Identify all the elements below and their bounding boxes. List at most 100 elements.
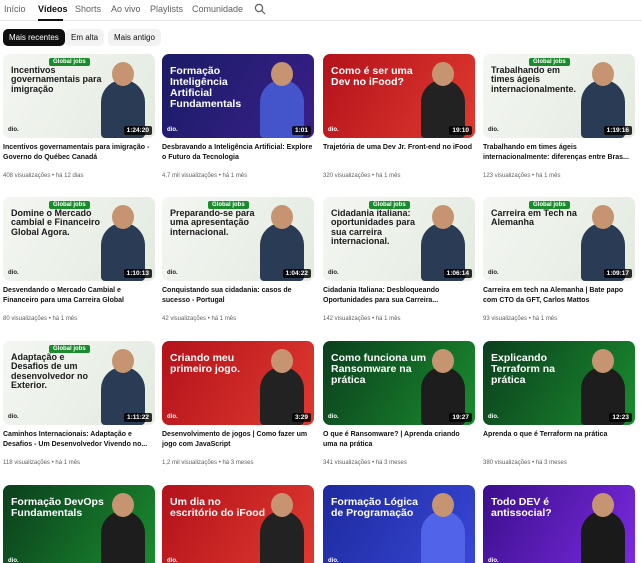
channel-logo: dio. xyxy=(328,270,339,276)
video-title[interactable]: Desenvolvimento de jogos | Como fazer um… xyxy=(162,430,314,458)
thumbnail-text: Formação DevOps Fundamentals xyxy=(11,496,104,520)
video-meta: 123 visualizações • há 1 mês xyxy=(483,173,561,179)
video-card[interactable]: Global jobs Incentivos governamentais pa… xyxy=(3,54,155,179)
thumbnail-text: Incentivos governamentais para imigração xyxy=(11,65,102,94)
view-count: 380 visualizações xyxy=(483,460,531,466)
video-title[interactable]: Incentivos governamentais para imigração… xyxy=(3,143,155,171)
thumbnail-text: Como funciona um Ransomware na prática xyxy=(331,352,427,387)
view-count: 93 visualizações xyxy=(483,316,528,322)
video-meta: 142 visualizações • há 1 mês xyxy=(323,316,401,322)
video-thumbnail[interactable]: Global jobs Cidadania italiana: oportuni… xyxy=(323,197,475,281)
video-card[interactable]: Global jobs Cidadania italiana: oportuni… xyxy=(323,197,475,322)
video-thumbnail[interactable]: Global jobs Preparando-se para uma apres… xyxy=(162,197,314,281)
video-card[interactable]: Formação Inteligência Artificial Fundame… xyxy=(162,54,314,179)
video-title[interactable]: O que é Ransomware? | Aprenda criando um… xyxy=(323,430,475,458)
video-title[interactable]: Desvendando o Mercado Cambial e Financei… xyxy=(3,286,155,314)
video-card[interactable]: Um dia no escritório do iFood dio. xyxy=(162,485,314,563)
video-card[interactable]: Global jobs Trabalhando em times ágeis i… xyxy=(483,54,635,179)
video-duration: 1:04:22 xyxy=(282,269,311,278)
video-meta: 42 visualizações • há 1 mês xyxy=(162,316,237,322)
thumbnail-text: Preparando-se para uma apresentação inte… xyxy=(170,208,255,237)
channel-logo: dio. xyxy=(328,414,339,420)
video-card[interactable]: Global jobs Preparando-se para uma apres… xyxy=(162,197,314,322)
active-tab-indicator xyxy=(38,19,63,21)
video-card[interactable]: Explicando Terraform na prática dio. 12:… xyxy=(483,341,635,466)
upload-age: há 1 mês xyxy=(375,316,401,322)
video-thumbnail[interactable]: Global jobs Carreira em Tech na Alemanha… xyxy=(483,197,635,281)
video-thumbnail[interactable]: Todo DEV é antissocial? dio. xyxy=(483,485,635,563)
video-thumbnail[interactable]: Formação Lógica de Programação dio. xyxy=(323,485,475,563)
video-title[interactable]: Conquistando sua cidadania: casos de suc… xyxy=(162,286,314,314)
channel-logo: dio. xyxy=(8,558,19,563)
tab-comunidade[interactable]: Comunidade xyxy=(192,4,243,14)
view-count: 1,2 mil visualizações xyxy=(162,460,218,466)
thumbnail-text: Adaptação e Desafios de um desenvolvedor… xyxy=(11,352,89,391)
view-count: 80 visualizações xyxy=(3,316,48,322)
video-thumbnail[interactable]: Como é ser uma Dev no iFood? dio. 19:10 xyxy=(323,54,475,138)
video-meta: 80 visualizações • há 1 mês xyxy=(3,316,78,322)
video-card[interactable]: Formação DevOps Fundamentals dio. xyxy=(3,485,155,563)
view-count: 408 visualizações xyxy=(3,173,51,179)
video-title[interactable]: Trajetória de uma Dev Jr. Front-end no i… xyxy=(323,143,475,171)
video-duration: 1:11:22 xyxy=(123,413,152,422)
video-title[interactable]: Trabalhando em times ágeis internacional… xyxy=(483,143,635,171)
video-thumbnail[interactable]: Formação Inteligência Artificial Fundame… xyxy=(162,54,314,138)
view-count: 4,7 mil visualizações xyxy=(162,173,218,179)
view-count: 341 visualizações xyxy=(323,460,371,466)
tab-shorts[interactable]: Shorts xyxy=(75,4,101,14)
channel-logo: dio. xyxy=(167,558,178,563)
video-card[interactable]: Como é ser uma Dev no iFood? dio. 19:10 … xyxy=(323,54,475,179)
tab-ao-vivo[interactable]: Ao vivo xyxy=(111,4,141,14)
upload-age: há 3 meses xyxy=(375,460,407,466)
video-thumbnail[interactable]: Formação DevOps Fundamentals dio. xyxy=(3,485,155,563)
video-card[interactable]: Formação Lógica de Programação dio. xyxy=(323,485,475,563)
search-icon[interactable] xyxy=(254,3,266,15)
video-duration: 12:23 xyxy=(609,413,632,422)
view-count: 42 visualizações xyxy=(162,316,207,322)
channel-logo: dio. xyxy=(488,127,499,133)
video-thumbnail[interactable]: Um dia no escritório do iFood dio. xyxy=(162,485,314,563)
video-thumbnail[interactable]: Criando meu primeiro jogo. dio. 3:29 xyxy=(162,341,314,425)
channel-logo: dio. xyxy=(167,414,178,420)
upload-age: há 3 meses xyxy=(222,460,254,466)
tab-videos[interactable]: Vídeos xyxy=(38,4,68,14)
thumbnail-text: Formação Lógica de Programação xyxy=(331,496,418,520)
video-card[interactable]: Como funciona um Ransomware na prática d… xyxy=(323,341,475,466)
upload-age: há 12 dias xyxy=(55,173,84,179)
view-count: 118 visualizações xyxy=(3,460,50,466)
video-title[interactable]: Desbravando a Inteligência Artificial: E… xyxy=(162,143,314,171)
video-thumbnail[interactable]: Explicando Terraform na prática dio. 12:… xyxy=(483,341,635,425)
tab-playlists[interactable]: Playlists xyxy=(150,4,183,14)
tab-inicio[interactable]: Início xyxy=(4,4,26,14)
upload-age: há 1 mês xyxy=(52,316,78,322)
video-thumbnail[interactable]: Como funciona um Ransomware na prática d… xyxy=(323,341,475,425)
video-card[interactable]: Global jobs Domine o Mercado cambial e F… xyxy=(3,197,155,322)
view-count: 123 visualizações xyxy=(483,173,531,179)
thumbnail-text: Um dia no escritório do iFood xyxy=(170,496,266,520)
video-card[interactable]: Global jobs Carreira em Tech na Alemanha… xyxy=(483,197,635,322)
video-thumbnail[interactable]: Global jobs Adaptação e Desafios de um d… xyxy=(3,341,155,425)
upload-age: há 1 mês xyxy=(375,173,401,179)
thumbnail-text: Todo DEV é antissocial? xyxy=(491,496,552,520)
chip-mais-recentes[interactable]: Mais recentes xyxy=(3,29,65,46)
video-title[interactable]: Caminhos Internacionais: Adaptação e Des… xyxy=(3,430,155,458)
video-title[interactable]: Carreira em tech na Alemanha | Bate papo… xyxy=(483,286,635,314)
channel-logo: dio. xyxy=(488,270,499,276)
video-title[interactable]: Aprenda o que é Terraform na prática xyxy=(483,430,635,458)
video-card[interactable]: Todo DEV é antissocial? dio. xyxy=(483,485,635,563)
chip-em-alta[interactable]: Em alta xyxy=(65,29,105,46)
video-card[interactable]: Global jobs Adaptação e Desafios de um d… xyxy=(3,341,155,466)
channel-logo: dio. xyxy=(328,558,339,563)
video-card[interactable]: Criando meu primeiro jogo. dio. 3:29 Des… xyxy=(162,341,314,466)
presenter-image xyxy=(101,493,145,563)
video-duration: 3:29 xyxy=(291,413,311,422)
video-thumbnail[interactable]: Global jobs Trabalhando em times ágeis i… xyxy=(483,54,635,138)
chip-mais-antigo[interactable]: Mais antigo xyxy=(108,29,161,46)
video-meta: 380 visualizações • há 3 meses xyxy=(483,460,567,466)
video-title[interactable]: Cidadania Italiana: Desbloqueando Oportu… xyxy=(323,286,475,314)
video-duration: 1:01 xyxy=(291,126,311,135)
thumbnail-text: Trabalhando em times ágeis internacional… xyxy=(491,65,577,94)
video-thumbnail[interactable]: Global jobs Incentivos governamentais pa… xyxy=(3,54,155,138)
video-thumbnail[interactable]: Global jobs Domine o Mercado cambial e F… xyxy=(3,197,155,281)
upload-age: há 1 mês xyxy=(211,316,237,322)
